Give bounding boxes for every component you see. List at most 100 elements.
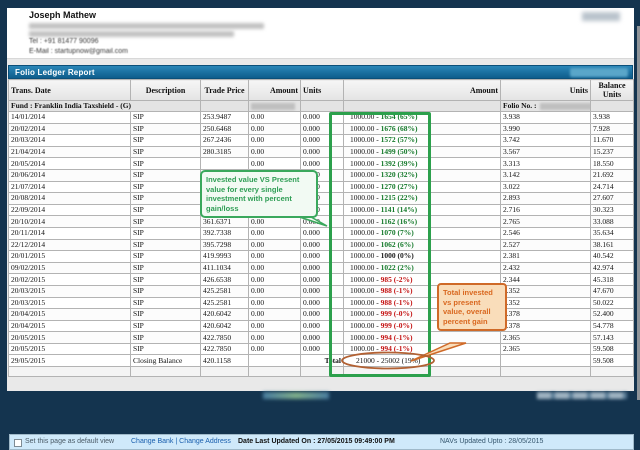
cell-balance-units: 27.607 bbox=[590, 192, 634, 205]
table-row: 20/10/2014 SIP 361.6371 0.00 0.000 1000.00 - … bbox=[8, 215, 634, 228]
cell-balance-units: 52.400 bbox=[590, 308, 634, 321]
cell-trade-price: 420.6042 bbox=[200, 308, 249, 321]
col-header-amount-1: Amount bbox=[248, 79, 301, 101]
cell-present-units: 2.893 bbox=[500, 192, 591, 205]
cell-trade-price: 395.7298 bbox=[200, 238, 249, 252]
default-view-checkbox[interactable] bbox=[14, 438, 22, 447]
cell-present-units: 2.716 bbox=[500, 203, 591, 217]
ledger-table: Trans. Date Description Trade Price Amou… bbox=[8, 79, 634, 378]
cell-present-units: 2.546 bbox=[500, 226, 591, 240]
closing-balance-row: 29/05/2015 Closing Balance 420.1158 Total 21… bbox=[8, 354, 634, 368]
table-row: 20/01/2015 SIP 419.9993 0.00 0.000 1000.00 - … bbox=[8, 250, 634, 263]
cell-amount: 0.00 bbox=[248, 111, 301, 124]
cell-present-units: 3.938 bbox=[500, 111, 591, 124]
cell-units: 0.000 bbox=[300, 226, 344, 240]
empty-cell bbox=[343, 366, 501, 378]
cell-invested-vs-present: 1000.00 - 1000 (0%) bbox=[343, 250, 501, 263]
cell-description: SIP bbox=[130, 250, 201, 263]
cell-balance-units: 33.088 bbox=[590, 215, 634, 228]
cell-balance-units: 7.928 bbox=[590, 122, 634, 136]
contact-email: E-Mail : startupnow@gmail.com bbox=[29, 48, 128, 55]
col-header-amount-2: Amount bbox=[343, 79, 501, 101]
cell-trade-price bbox=[200, 157, 249, 170]
cell-description: SIP bbox=[130, 273, 201, 286]
tooltip-total-invested: Total invested vs present value, overall… bbox=[437, 283, 507, 331]
cell-amount: 0.00 bbox=[248, 284, 301, 298]
report-title-bar: Folio Ledger Report bbox=[8, 65, 633, 79]
cell-present-units bbox=[500, 354, 591, 368]
empty-cell bbox=[590, 366, 634, 378]
cell-present-units: 3.742 bbox=[500, 134, 591, 147]
cell-units: 0.000 bbox=[300, 342, 344, 356]
page-background: Joseph Mathew Tel : +91 81477 90096 E-Ma… bbox=[7, 8, 634, 450]
table-row: 20/04/2015 SIP 420.6042 0.00 0.000 1000.00 - … bbox=[8, 308, 634, 321]
cell-present-units: 2.352 bbox=[500, 296, 591, 310]
table-row: 09/02/2015 SIP 411.1034 0.00 0.000 1000.00 - … bbox=[8, 261, 634, 275]
contact-name: Joseph Mathew bbox=[29, 10, 97, 20]
cell-description: SIP bbox=[130, 261, 201, 275]
cell-trade-price: 422.7850 bbox=[200, 331, 249, 344]
contact-phone: Tel : +91 81477 90096 bbox=[29, 38, 99, 45]
cell-balance-units: 3.938 bbox=[590, 111, 634, 124]
cell-amount: 0.00 bbox=[248, 226, 301, 240]
table-row: 21/07/2014SIP0.000.0001000.00 - 1270 (27… bbox=[8, 180, 634, 194]
cell-amount: 0.00 bbox=[248, 145, 301, 159]
cell-present-units: 3.142 bbox=[500, 168, 591, 182]
cell-present-units: 3.567 bbox=[500, 145, 591, 159]
cell-balance-units: 59.508 bbox=[590, 354, 634, 368]
cell-present-units: 2.378 bbox=[500, 319, 591, 333]
cell-present-units: 2.765 bbox=[500, 215, 591, 228]
cell-amount: 0.00 bbox=[248, 157, 301, 170]
redacted-toolbar-button[interactable] bbox=[570, 67, 628, 77]
col-header-trans-date: Trans. Date bbox=[8, 79, 131, 101]
cell-units: 0.000 bbox=[300, 134, 344, 147]
cell-trade-price: 420.6042 bbox=[200, 319, 249, 333]
footer-links: Change Bank | Change Address bbox=[131, 438, 231, 445]
redacted-folio-number bbox=[539, 102, 590, 110]
cell-trade-price: 253.9487 bbox=[200, 111, 249, 124]
cell-invested-vs-present: 1000.00 - 1022 (2%) bbox=[343, 261, 501, 275]
col-header-units-2: Units bbox=[500, 79, 591, 101]
date-last-updated: Date Last Updated On : 27/05/2015 09:49:… bbox=[238, 438, 395, 445]
cell-balance-units: 59.508 bbox=[590, 342, 634, 356]
fund-row: Fund : Franklin India Taxshield - (G) Fo… bbox=[8, 100, 634, 112]
table-row: 20/03/2015 SIP 425.2581 0.00 0.000 1000.00 - … bbox=[8, 284, 634, 298]
cell-description: SIP bbox=[130, 238, 201, 252]
cell-amount: 0.00 bbox=[248, 273, 301, 286]
fund-cell-amount bbox=[248, 100, 301, 112]
table-row: 20/02/2015 SIP 426.6538 0.00 0.000 1000.00 - … bbox=[8, 273, 634, 286]
cell-present-units: 2.344 bbox=[500, 273, 591, 286]
cell-invested-vs-present: 1000.00 - 1270 (27%) bbox=[343, 180, 501, 194]
cell-trans-date: 20/03/2015 bbox=[8, 296, 131, 310]
cell-trade-price: 267.2436 bbox=[200, 134, 249, 147]
fund-cell-amount2 bbox=[343, 100, 501, 112]
cell-invested-vs-present: 1000.00 - 1499 (50%) bbox=[343, 145, 501, 159]
cell-present-units: 2.352 bbox=[500, 284, 591, 298]
empty-cell bbox=[300, 366, 344, 378]
cell-amount: 0.00 bbox=[248, 308, 301, 321]
table-row: 20/03/2015 SIP 425.2581 0.00 0.000 1000.00 - … bbox=[8, 296, 634, 310]
cell-balance-units: 18.550 bbox=[590, 157, 634, 170]
cell-invested-vs-present: 1000.00 - 1676 (68%) bbox=[343, 122, 501, 136]
cell-trans-date: 14/01/2014 bbox=[8, 111, 131, 124]
cell-present-units: 2.378 bbox=[500, 308, 591, 321]
cell-units: 0.000 bbox=[300, 250, 344, 263]
change-address-link[interactable]: Change Address bbox=[179, 438, 231, 445]
cell-description: SIP bbox=[130, 122, 201, 136]
cell-description: Closing Balance bbox=[130, 354, 201, 368]
cell-invested-vs-present: 1000.00 - 1215 (22%) bbox=[343, 192, 501, 205]
cell-balance-units: 11.670 bbox=[590, 134, 634, 147]
cell-trans-date: 09/02/2015 bbox=[8, 261, 131, 275]
cell-units: 0.000 bbox=[300, 145, 344, 159]
table-row: 20/11/2014 SIP 392.7338 0.00 0.000 1000.00 - … bbox=[8, 226, 634, 240]
cell-present-units: 3.990 bbox=[500, 122, 591, 136]
change-bank-link[interactable]: Change Bank bbox=[131, 438, 173, 445]
empty-cell bbox=[130, 366, 201, 378]
cell-amount: 0.00 bbox=[248, 261, 301, 275]
cell-balance-units: 38.161 bbox=[590, 238, 634, 252]
cell-amount: 0.00 bbox=[248, 122, 301, 136]
cell-invested-vs-present: 1000.00 - 994 (-1%) bbox=[343, 342, 501, 356]
cell-amount: 0.00 bbox=[248, 342, 301, 356]
cell-units: 0.000 bbox=[300, 261, 344, 275]
cell-present-units: 2.381 bbox=[500, 250, 591, 263]
